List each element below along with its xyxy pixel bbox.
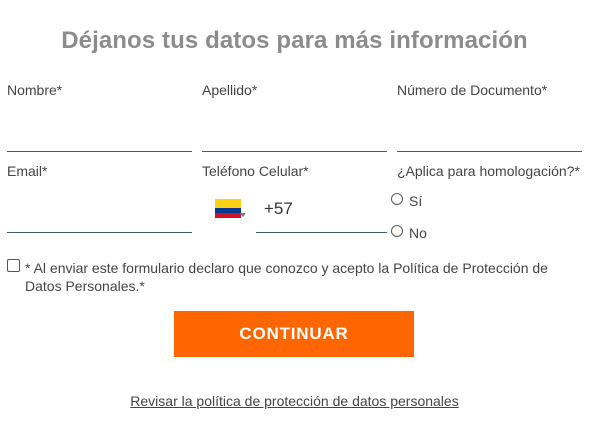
email-underline	[7, 232, 192, 233]
apellido-underline	[202, 151, 387, 152]
chevron-down-icon	[240, 213, 246, 217]
homologacion-option-no: No	[409, 225, 427, 241]
nombre-label: Nombre*	[7, 82, 63, 98]
lead-form: Déjanos tus datos para más información N…	[0, 0, 605, 435]
email-label: Email*	[7, 163, 48, 179]
homologacion-option-si: Sí	[409, 193, 423, 209]
consent-text: * Al enviar este formulario declaro que …	[25, 260, 548, 294]
documento-label: Número de Documento*	[397, 82, 548, 98]
apellido-label: Apellido*	[202, 82, 258, 98]
country-dial-code: +57	[264, 199, 293, 218]
documento-underline	[397, 151, 582, 152]
telefono-input[interactable]	[300, 200, 386, 222]
policy-link-wrapper: Revisar la política de protección de dat…	[0, 393, 589, 411]
telefono-label: Teléfono Celular*	[202, 163, 309, 179]
continuar-button[interactable]: CONTINUAR	[174, 311, 414, 357]
policy-link[interactable]: Revisar la política de protección de dat…	[130, 393, 458, 409]
homologacion-radio-si[interactable]	[391, 193, 403, 205]
homologacion-radio-no[interactable]	[391, 225, 403, 237]
nombre-input[interactable]	[7, 127, 192, 149]
nombre-underline	[7, 151, 192, 152]
telefono-underline	[256, 232, 387, 233]
consent-checkbox[interactable]	[7, 259, 20, 272]
form-title: Déjanos tus datos para más información	[61, 27, 528, 54]
colombia-flag-icon[interactable]	[215, 199, 246, 218]
homologacion-label: ¿Aplica para homologación?*	[397, 163, 580, 179]
documento-input[interactable]	[397, 127, 582, 149]
email-input[interactable]	[7, 208, 192, 230]
apellido-input[interactable]	[202, 127, 387, 149]
